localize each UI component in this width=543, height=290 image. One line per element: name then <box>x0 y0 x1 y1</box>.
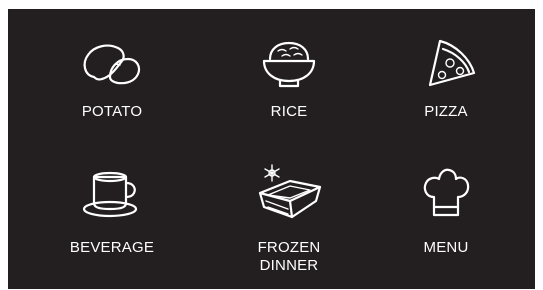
menu-label: MENU <box>423 239 469 256</box>
frozen-dinner-label: FROZEN DINNER <box>257 239 321 274</box>
pizza-slice-icon <box>428 39 476 87</box>
beverage-button[interactable]: BEVERAGE <box>37 169 187 289</box>
rice-label: RICE <box>270 103 308 120</box>
pizza-label: PIZZA <box>424 103 468 120</box>
potato-button[interactable]: POTATO <box>37 39 187 159</box>
frozen-dinner-icon <box>258 164 322 219</box>
food-category-panel: POTATO RICE PIZZA BEVERAGE FROZEN DINNER… <box>8 9 535 289</box>
pizza-button[interactable]: PIZZA <box>371 39 521 159</box>
coffee-cup-icon <box>82 171 138 218</box>
rice-button[interactable]: RICE <box>214 39 364 159</box>
potato-icon <box>83 44 141 85</box>
menu-button[interactable]: MENU <box>371 168 521 289</box>
frozen-dinner-button[interactable]: FROZEN DINNER <box>214 164 364 289</box>
rice-bowl-icon <box>262 41 316 88</box>
beverage-label: BEVERAGE <box>69 239 155 256</box>
potato-label: POTATO <box>81 103 143 120</box>
chef-hat-icon <box>423 168 470 217</box>
